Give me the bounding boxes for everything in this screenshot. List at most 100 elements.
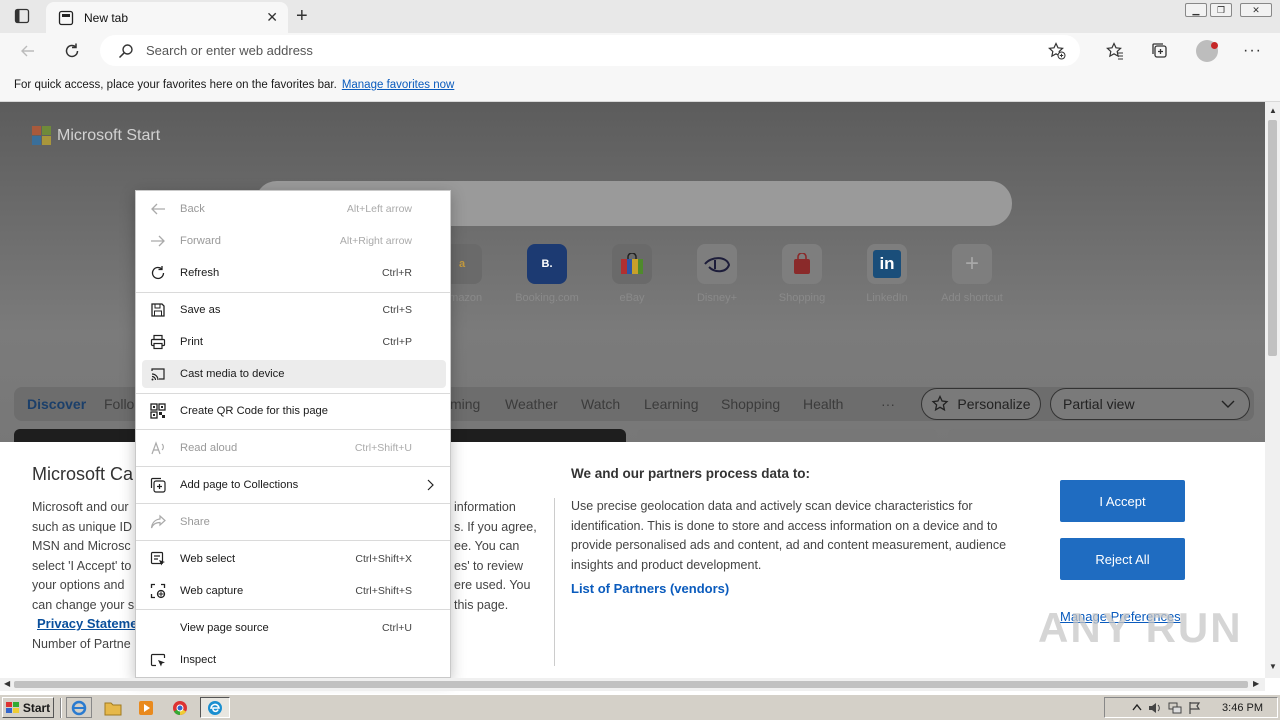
menu-shortcut: Alt+Left arrow: [346, 203, 412, 215]
anyrun-watermark: ANY RUN: [1038, 604, 1243, 651]
menu-item-forward[interactable]: Forward Alt+Right arrow: [142, 227, 446, 255]
tab-title: New tab: [84, 10, 129, 25]
title-bar: New tab ✕ + ▁ ❐ ✕: [0, 0, 1280, 33]
tile-label: Add shortcut: [941, 292, 1003, 304]
menu-item-read-aloud[interactable]: Read aloud Ctrl+Shift+U: [142, 434, 446, 462]
close-tab-icon[interactable]: ✕: [266, 9, 278, 26]
tile-ebay[interactable]: eBay: [597, 244, 667, 304]
collections-icon[interactable]: [1151, 42, 1169, 60]
menu-item-refresh[interactable]: Refresh Ctrl+R: [142, 259, 446, 287]
scrollbar-thumb[interactable]: [14, 681, 1248, 688]
menu-shortcut: Ctrl+Shift+S: [355, 585, 412, 597]
feed-tab-shopping[interactable]: Shopping: [721, 396, 780, 412]
menu-shortcut: Alt+Right arrow: [339, 235, 412, 247]
feed-tab-learning[interactable]: Learning: [644, 396, 699, 412]
consent-line: ee. You can: [454, 539, 520, 554]
menu-label: Inspect: [180, 654, 217, 666]
feed-tab-health[interactable]: Health: [803, 396, 843, 412]
menu-item-inspect[interactable]: Inspect: [142, 646, 446, 674]
personalize-button[interactable]: Personalize: [921, 388, 1041, 420]
booking-icon: B.: [527, 244, 567, 284]
context-menu: Back Alt+Left arrow Forward Alt+Right ar…: [135, 190, 451, 678]
microsoft-start-logo[interactable]: Microsoft Start: [32, 126, 160, 145]
scroll-down-icon[interactable]: ▼: [1269, 662, 1277, 671]
feed-tab-watch[interactable]: Watch: [581, 396, 620, 412]
reject-all-button[interactable]: Reject All: [1060, 538, 1185, 580]
feed-tab-discover[interactable]: Discover: [27, 396, 86, 412]
view-mode-select[interactable]: Partial view: [1050, 388, 1250, 420]
settings-more-icon[interactable]: ···: [1243, 42, 1262, 60]
scroll-right-icon[interactable]: ▶: [1253, 679, 1259, 688]
scroll-up-icon[interactable]: ▲: [1269, 106, 1277, 115]
tile-add-shortcut[interactable]: + Add shortcut: [937, 244, 1007, 304]
profile-avatar[interactable]: [1196, 40, 1218, 62]
show-hidden-icons-icon[interactable]: [1132, 703, 1142, 713]
internet-explorer-icon[interactable]: [66, 697, 92, 718]
network-icon[interactable]: [1168, 701, 1182, 715]
menu-shortcut: Ctrl+U: [381, 622, 412, 634]
save-icon: [150, 302, 166, 318]
menu-shortcut: Ctrl+S: [382, 304, 412, 316]
new-tab-page-icon: [58, 10, 74, 26]
volume-icon[interactable]: [1148, 701, 1162, 715]
menu-separator: [136, 466, 450, 467]
tile-shopping[interactable]: Shopping: [767, 244, 837, 304]
consent-line: can change your s: [32, 597, 135, 612]
menu-item-web-capture[interactable]: Web capture Ctrl+Shift+S: [142, 577, 446, 605]
accept-button[interactable]: I Accept: [1060, 480, 1185, 522]
menu-item-share[interactable]: Share: [142, 508, 446, 536]
tile-linkedin[interactable]: in LinkedIn: [852, 244, 922, 304]
print-icon: [150, 334, 166, 350]
restore-icon[interactable]: ❐: [1210, 3, 1232, 17]
edge-taskbar-icon[interactable]: [200, 697, 230, 718]
consent-line: Microsoft and our: [32, 500, 129, 514]
menu-item-web-select[interactable]: Web select Ctrl+Shift+X: [142, 545, 446, 573]
media-player-icon[interactable]: [138, 700, 154, 716]
add-favorite-icon[interactable]: [1048, 41, 1066, 60]
privacy-statement-link[interactable]: Privacy Stateme: [37, 616, 137, 631]
menu-label: Web capture: [180, 585, 244, 597]
horizontal-scrollbar[interactable]: ◀ ▶: [0, 678, 1265, 691]
menu-separator: [136, 609, 450, 610]
start-button[interactable]: Start: [2, 697, 54, 718]
menu-item-view-page-source[interactable]: View page source Ctrl+U: [142, 614, 446, 642]
consent-line: ere used. You: [454, 578, 531, 593]
feed-tab-weather[interactable]: Weather: [505, 396, 558, 412]
scrollbar-thumb[interactable]: [1268, 120, 1277, 356]
new-tab-plus-icon[interactable]: +: [296, 6, 308, 26]
tile-booking[interactable]: B. Booking.com: [512, 244, 582, 304]
list-of-partners-link[interactable]: List of Partners (vendors): [571, 581, 729, 596]
process-text: Use precise geolocation data and activel…: [571, 499, 1007, 572]
tab-new-tab[interactable]: New tab ✕: [46, 2, 288, 33]
minimize-icon[interactable]: ▁: [1185, 3, 1207, 17]
tile-label: Booking.com: [515, 292, 579, 304]
feed-tab-following[interactable]: Follo: [104, 396, 134, 412]
feed-tab-gaming[interactable]: ming: [450, 396, 480, 412]
shopping-bag-icon: [782, 244, 822, 284]
tab-actions-icon[interactable]: [14, 8, 30, 24]
process-title: We and our partners process data to:: [571, 466, 811, 481]
manage-favorites-link[interactable]: Manage favorites now: [342, 79, 455, 91]
menu-item-save-as[interactable]: Save as Ctrl+S: [142, 296, 446, 324]
refresh-icon[interactable]: [63, 42, 81, 60]
menu-item-create-qr-code[interactable]: Create QR Code for this page: [142, 397, 446, 425]
menu-item-cast-media[interactable]: Cast media to device: [142, 360, 446, 388]
action-center-icon[interactable]: [1188, 701, 1202, 715]
menu-item-add-to-collections[interactable]: Add page to Collections: [142, 471, 446, 499]
favorites-icon[interactable]: [1106, 42, 1124, 60]
close-window-icon[interactable]: ✕: [1240, 3, 1272, 17]
address-bar[interactable]: Search or enter web address: [100, 35, 1080, 66]
consent-line: this page.: [454, 597, 509, 612]
menu-shortcut: Ctrl+P: [382, 336, 412, 348]
menu-item-print[interactable]: Print Ctrl+P: [142, 328, 446, 356]
feed-more-icon[interactable]: ···: [881, 396, 895, 412]
taskbar: Start 3:46 PM: [0, 694, 1280, 720]
vertical-scrollbar[interactable]: ▲ ▼: [1265, 102, 1280, 678]
back-icon[interactable]: [20, 43, 36, 59]
scroll-left-icon[interactable]: ◀: [4, 679, 10, 688]
file-explorer-icon[interactable]: [104, 700, 122, 716]
chrome-icon[interactable]: [172, 700, 188, 716]
menu-item-back[interactable]: Back Alt+Left arrow: [142, 195, 446, 223]
consent-left-text: Microsoft and our such as unique ID MSN …: [32, 498, 134, 616]
tile-disney[interactable]: Disney+: [682, 244, 752, 304]
